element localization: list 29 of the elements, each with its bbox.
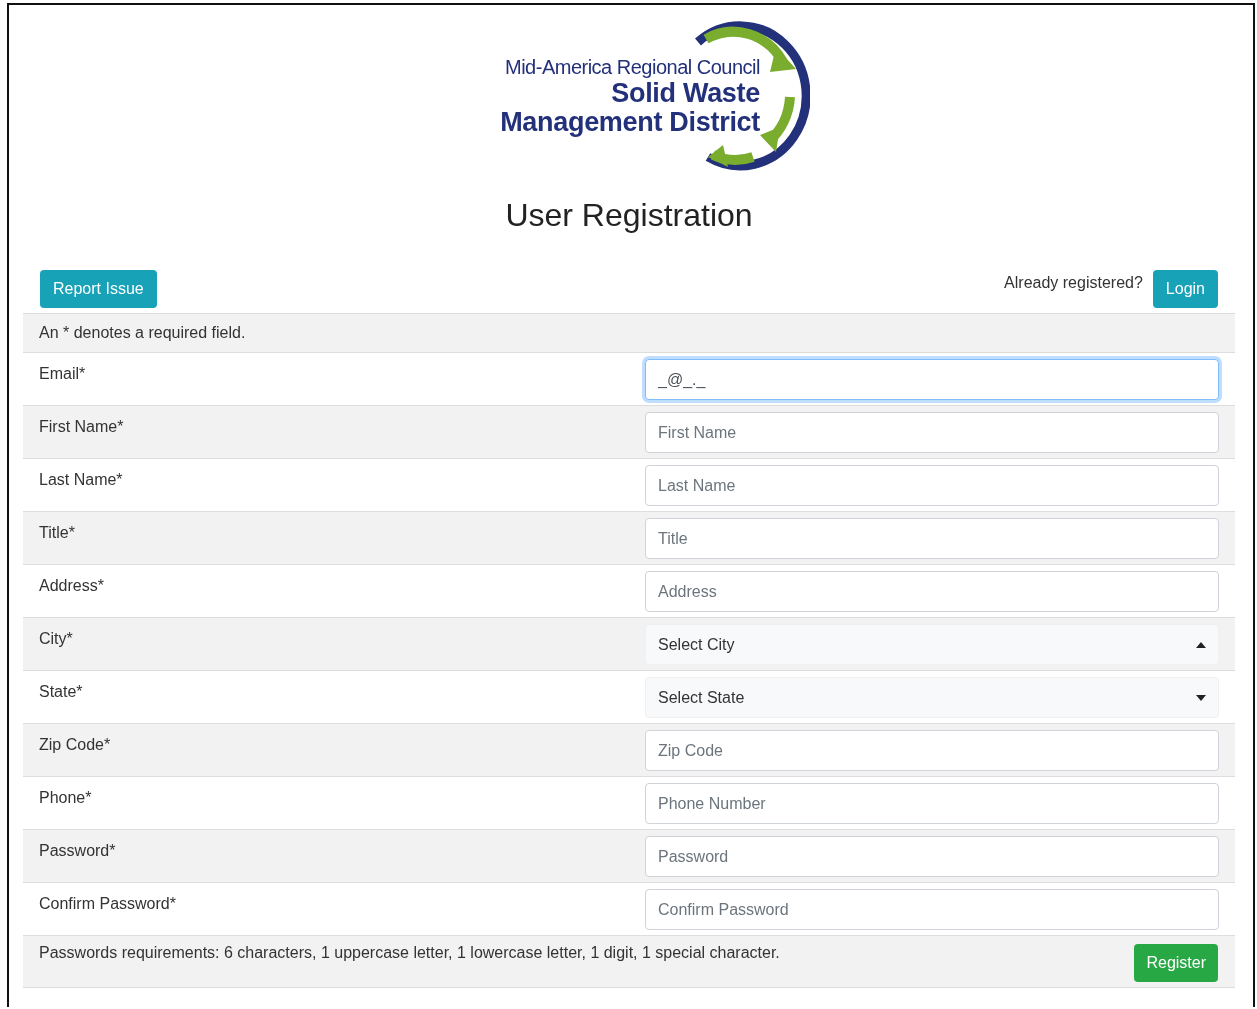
field-label: Last Name* xyxy=(39,470,124,490)
text-field[interactable]: Title xyxy=(645,518,1219,559)
field-label: City* xyxy=(39,629,74,649)
field-label: Confirm Password* xyxy=(39,894,177,914)
required-note: An * denotes a required field. xyxy=(23,314,1235,353)
field-label: Title* xyxy=(39,523,76,543)
field-label: Address* xyxy=(39,576,105,596)
text-field[interactable]: _@_._ xyxy=(645,359,1219,400)
text-field[interactable]: Password xyxy=(645,836,1219,877)
select-dropdown[interactable]: Select City xyxy=(645,624,1219,665)
logo-text: Mid-America Regional Council xyxy=(505,55,760,79)
text-field[interactable]: First Name xyxy=(645,412,1219,453)
field-label: Password* xyxy=(39,841,117,861)
field-label: Email* xyxy=(39,364,87,384)
logo-text: Solid Waste xyxy=(611,79,760,108)
page-title: User Registration xyxy=(504,197,754,234)
logo-text: Management District xyxy=(500,108,760,137)
field-label: Phone* xyxy=(39,788,93,808)
field-label: State* xyxy=(39,682,84,702)
field-label: First Name* xyxy=(39,417,125,437)
text-field[interactable]: Zip Code xyxy=(645,730,1219,771)
select-dropdown[interactable]: Select State xyxy=(645,677,1219,718)
text-field[interactable]: Phone Number xyxy=(645,783,1219,824)
field-label: Zip Code* xyxy=(39,735,112,755)
password-requirements: Passwords requirements: 6 characters, 1 uppercase letter, 1 lowercase letter, 1 digit, 1 special character. xyxy=(39,944,780,962)
text-field[interactable]: Last Name xyxy=(645,465,1219,506)
text-field[interactable]: Confirm Password xyxy=(645,889,1219,930)
login-prompt: Already registered? xyxy=(1004,274,1143,292)
text-field[interactable]: Address xyxy=(645,571,1219,612)
